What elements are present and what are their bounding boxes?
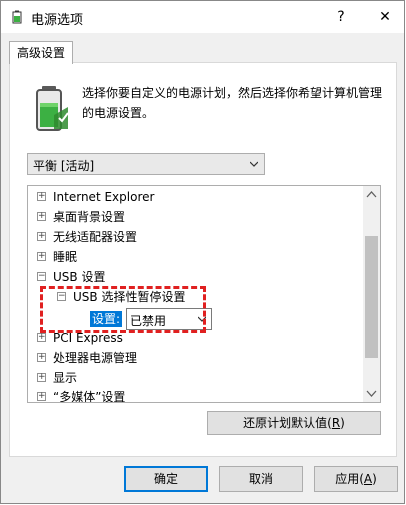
apply-button[interactable]: 应用(A)	[314, 466, 398, 492]
cancel-button[interactable]: 取消	[219, 466, 303, 492]
description-line-2: 的电源设置。	[82, 106, 155, 120]
power-plan-select[interactable]: 平衡 [活动]	[27, 153, 265, 175]
chevron-down-icon	[198, 316, 206, 322]
battery-icon	[12, 10, 22, 24]
tab-advanced-settings[interactable]: 高级设置	[9, 41, 73, 64]
expand-icon[interactable]: +	[37, 333, 46, 342]
scroll-up-icon[interactable]	[363, 186, 380, 203]
title-bar: 电源选项 ? ✕	[1, 1, 404, 33]
expand-icon[interactable]: +	[37, 252, 46, 261]
power-options-dialog: 电源选项 ? ✕ 高级设置 选择你要自定义的电源计划，然后选择你希望计算机管理 …	[0, 0, 405, 504]
help-button[interactable]: ?	[329, 5, 353, 29]
window-title: 电源选项	[31, 13, 84, 28]
expand-icon[interactable]: +	[37, 373, 46, 382]
usb-suspend-setting-value: 已禁用	[130, 314, 167, 328]
expand-icon[interactable]: +	[37, 212, 46, 221]
scroll-down-icon[interactable]	[363, 385, 380, 402]
expand-icon[interactable]: +	[37, 192, 46, 201]
scrollbar-thumb[interactable]	[365, 236, 378, 358]
setting-label: 设置:	[90, 311, 123, 327]
usb-suspend-setting-select[interactable]: 已禁用	[126, 308, 212, 330]
close-button[interactable]: ✕	[373, 5, 397, 29]
description: 选择你要自定义的电源计划，然后选择你希望计算机管理 的电源设置。	[82, 83, 382, 123]
vertical-scrollbar[interactable]	[363, 186, 380, 402]
ok-button[interactable]: 确定	[124, 466, 208, 492]
collapse-icon[interactable]: −	[57, 292, 66, 301]
description-line-1: 选择你要自定义的电源计划，然后选择你希望计算机管理	[82, 86, 383, 100]
usb-suspend-setting-row: 设置: 已禁用	[90, 308, 212, 330]
expand-icon[interactable]: +	[37, 353, 46, 362]
advanced-settings-panel: 选择你要自定义的电源计划，然后选择你希望计算机管理 的电源设置。 平衡 [活动]…	[9, 62, 397, 457]
restore-defaults-button[interactable]: 还原计划默认值(R)	[207, 411, 381, 435]
expand-icon[interactable]: +	[37, 232, 46, 241]
settings-tree[interactable]: + Internet Explorer + 桌面背景设置 + 无线适配器设置 +…	[27, 185, 381, 403]
chevron-down-icon	[250, 161, 258, 167]
power-plan-value: 平衡 [活动]	[33, 159, 95, 173]
expand-icon[interactable]: +	[37, 392, 46, 401]
collapse-icon[interactable]: −	[37, 272, 46, 281]
battery-icon	[36, 86, 69, 131]
